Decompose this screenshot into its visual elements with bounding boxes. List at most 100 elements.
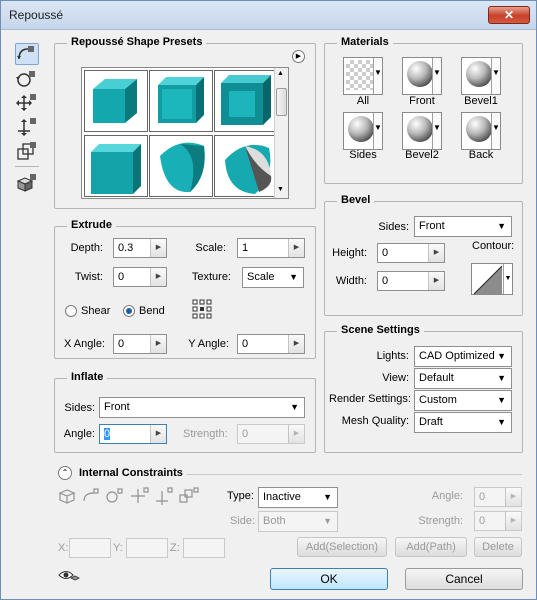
preset-rounded-icon (91, 144, 141, 194)
mesh-quality-select[interactable]: Draft ▼ (414, 412, 512, 433)
bevel-sides-value: Front (419, 220, 445, 232)
object-roll-tool[interactable] (15, 69, 39, 91)
chevron-down-icon: ▼ (503, 264, 512, 294)
render-settings-label: Render Settings: (329, 393, 411, 405)
object-scale-tool[interactable] (15, 141, 39, 163)
material-sphere-icon (407, 116, 433, 142)
constraint-strength-label: Strength: (418, 515, 463, 527)
depth-label: Depth: (70, 242, 103, 254)
material-back[interactable]: ▼ (461, 112, 501, 150)
material-all[interactable]: ▼ (343, 57, 383, 95)
depth-field[interactable]: 0.3 ▶ (113, 238, 167, 258)
collapse-constraints-button[interactable]: ⌃ (58, 466, 72, 480)
constraint-x-label: X: (58, 542, 69, 554)
shear-radio[interactable] (65, 305, 77, 317)
inflate-angle-stepper[interactable]: ▶ (150, 425, 166, 443)
bevel-width-field[interactable]: 0 ▶ (377, 271, 445, 291)
materials-title: Materials (337, 36, 393, 48)
object-slide-tool[interactable] (15, 117, 39, 139)
inflate-strength-field[interactable]: 0 ▶ (237, 424, 305, 444)
add-selection-button[interactable]: Add(Selection) (297, 537, 387, 557)
view-label: View: (382, 372, 409, 384)
preset-inflate-icon (160, 142, 205, 193)
y-angle-stepper[interactable]: ▶ (288, 335, 304, 353)
constraint-strength-stepper[interactable]: ▶ (505, 512, 521, 530)
presets-menu-button[interactable]: ▶ (292, 50, 305, 63)
texture-select[interactable]: Scale ▼ (242, 267, 304, 288)
material-all-label: All (356, 95, 370, 107)
inflate-sides-select[interactable]: Front ▼ (99, 397, 305, 418)
x-angle-label: X Angle: (64, 338, 105, 350)
constraint-type-value: Inactive (263, 491, 301, 503)
scale-field[interactable]: 1 ▶ (237, 238, 305, 258)
depth-stepper[interactable]: ▶ (150, 239, 166, 257)
constraint-angle-stepper[interactable]: ▶ (505, 488, 521, 506)
constraint-z-field[interactable] (183, 538, 225, 558)
preset-inflate[interactable] (149, 135, 213, 197)
reference-point-grid[interactable] (192, 299, 212, 319)
scroll-thumb[interactable] (276, 88, 287, 116)
x-angle-stepper[interactable]: ▶ (150, 335, 166, 353)
bevel-sides-select[interactable]: Front ▼ (414, 216, 512, 237)
constraint-side-label: Side: (230, 515, 256, 527)
anchor-grid-icon (192, 299, 212, 319)
scale-stepper[interactable]: ▶ (288, 239, 304, 257)
cancel-button[interactable]: Cancel (405, 568, 523, 590)
twist-field[interactable]: 0 ▶ (113, 267, 167, 287)
bevel-height-stepper[interactable]: ▶ (428, 244, 444, 262)
constraint-strength-field[interactable]: 0 ▶ (474, 511, 522, 531)
material-front[interactable]: ▼ (402, 57, 442, 95)
mesh-quality-value: Draft (419, 416, 443, 428)
object-drag-tool[interactable] (15, 93, 39, 115)
constraint-type-select[interactable]: Inactive ▼ (258, 487, 338, 508)
inflate-angle-field[interactable]: 0 ▶ (99, 424, 167, 444)
constraint-y-field[interactable] (126, 538, 168, 558)
chevron-down-icon: ▼ (373, 113, 382, 149)
scroll-down-icon: ▼ (277, 186, 284, 193)
eye-preview-icon (58, 571, 80, 581)
render-settings-select[interactable]: Custom ▼ (414, 390, 512, 411)
constraint-side-value: Both (263, 515, 286, 527)
camera-tool[interactable] (15, 173, 39, 195)
contour-picker[interactable]: ▼ (471, 263, 513, 295)
preset-twist[interactable] (214, 135, 278, 197)
preset-extrude[interactable] (84, 70, 148, 132)
presets-scrollbar[interactable]: ▲ ▼ (274, 68, 288, 198)
preset-frame-icon (221, 75, 271, 125)
bevel-width-stepper[interactable]: ▶ (428, 272, 444, 290)
lights-select[interactable]: CAD Optimized ▼ (414, 346, 512, 367)
close-button[interactable]: ✕ (488, 6, 530, 24)
x-angle-field[interactable]: 0 ▶ (113, 334, 167, 354)
constraint-strength-value: 0 (479, 515, 486, 527)
view-value: Default (419, 372, 454, 384)
constraints-title: Internal Constraints (79, 467, 183, 479)
preset-twist-icon (225, 144, 272, 194)
constraint-x-field[interactable] (69, 538, 111, 558)
bevel-height-label: Height: (332, 247, 367, 259)
preset-rounded[interactable] (84, 135, 148, 197)
preset-bevel[interactable] (149, 70, 213, 132)
chevron-down-icon: ▼ (497, 417, 506, 427)
constraint-side-select[interactable]: Both ▼ (258, 511, 338, 532)
material-bevel2[interactable]: ▼ (402, 112, 442, 150)
bend-radio[interactable] (123, 305, 135, 317)
twist-stepper[interactable]: ▶ (150, 268, 166, 286)
shear-label: Shear (81, 305, 111, 317)
inflate-strength-label: Strength: (183, 428, 228, 440)
material-sides[interactable]: ▼ (343, 112, 383, 150)
add-path-button[interactable]: Add(Path) (395, 537, 467, 557)
preset-frame[interactable] (214, 70, 278, 132)
view-select[interactable]: Default ▼ (414, 368, 512, 389)
preset-bevel-icon (158, 77, 204, 123)
bevel-height-field[interactable]: 0 ▶ (377, 243, 445, 263)
delete-button[interactable]: Delete (474, 537, 522, 557)
object-rotate-tool[interactable] (15, 43, 39, 65)
y-angle-field[interactable]: 0 ▶ (237, 334, 305, 354)
ok-button[interactable]: OK (270, 568, 388, 590)
bend-label: Bend (139, 305, 165, 317)
inflate-strength-stepper[interactable]: ▶ (288, 425, 304, 443)
material-bevel1[interactable]: ▼ (461, 57, 501, 95)
presets-title: Repoussé Shape Presets (67, 36, 207, 48)
preview-toggle[interactable] (58, 569, 80, 583)
constraint-angle-field[interactable]: 0 ▶ (474, 487, 522, 507)
